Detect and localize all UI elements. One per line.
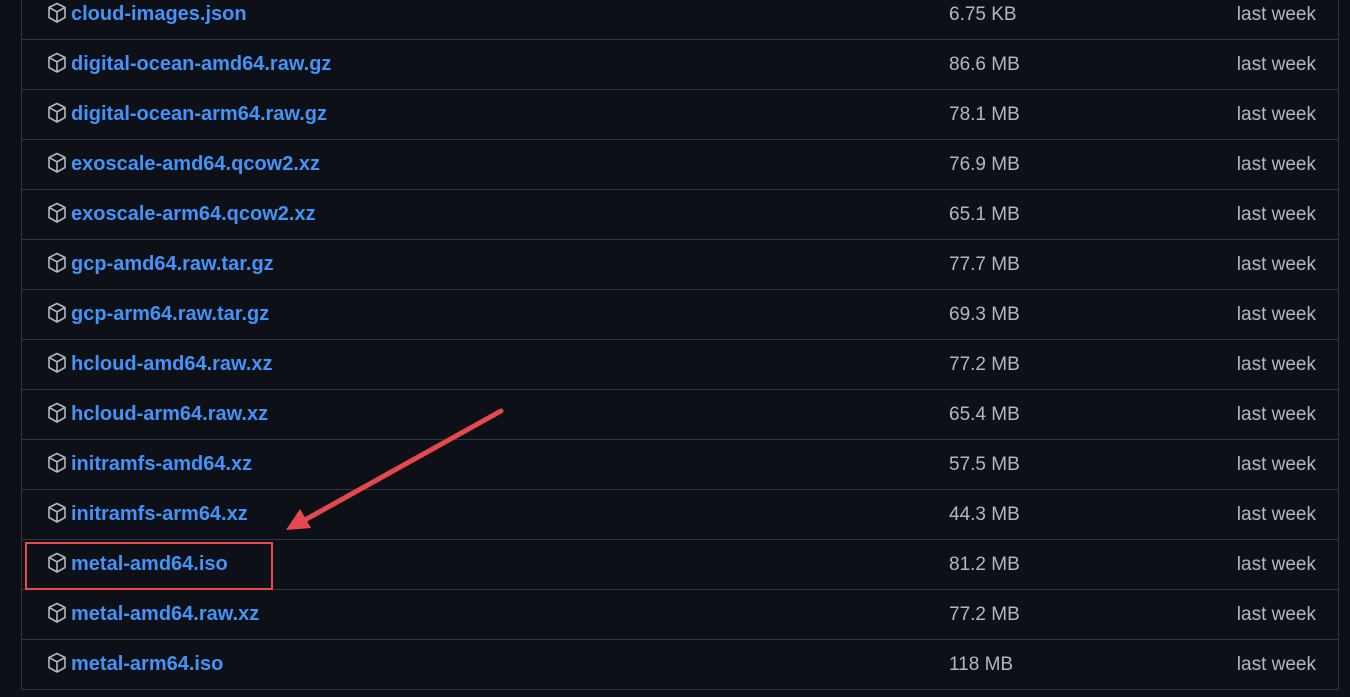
asset-row: gcp-arm64.raw.tar.gz 69.3 MB last week [22, 290, 1338, 340]
package-icon [48, 202, 66, 223]
asset-size: 65.4 MB [949, 404, 1020, 425]
asset-date: last week [1236, 104, 1316, 125]
release-assets-list: cloud-images.json 6.75 KB last week digi… [21, 0, 1339, 690]
asset-link[interactable]: hcloud-arm64.raw.xz [71, 403, 268, 426]
asset-date: last week [1236, 4, 1316, 25]
package-icon [48, 452, 66, 473]
asset-size: 69.3 MB [949, 304, 1020, 325]
package-icon [48, 402, 66, 423]
asset-link[interactable]: initramfs-amd64.xz [71, 453, 252, 476]
asset-size: 44.3 MB [949, 504, 1020, 525]
asset-link[interactable]: gcp-arm64.raw.tar.gz [71, 303, 269, 326]
asset-link[interactable]: digital-ocean-arm64.raw.gz [71, 103, 327, 126]
asset-row: exoscale-amd64.qcow2.xz 76.9 MB last wee… [22, 140, 1338, 190]
asset-date: last week [1236, 254, 1316, 275]
asset-date: last week [1236, 204, 1316, 225]
asset-date: last week [1236, 454, 1316, 475]
asset-row: hcloud-arm64.raw.xz 65.4 MB last week [22, 390, 1338, 440]
package-icon [48, 652, 66, 673]
asset-link[interactable]: metal-amd64.iso [71, 553, 228, 576]
asset-link[interactable]: cloud-images.json [71, 3, 247, 26]
asset-size: 65.1 MB [949, 204, 1020, 225]
asset-row: digital-ocean-amd64.raw.gz 86.6 MB last … [22, 40, 1338, 90]
package-icon [48, 352, 66, 373]
asset-link[interactable]: metal-amd64.raw.xz [71, 603, 259, 626]
asset-row: metal-amd64.raw.xz 77.2 MB last week [22, 590, 1338, 640]
asset-date: last week [1236, 154, 1316, 175]
asset-size: 81.2 MB [949, 554, 1020, 575]
package-icon [48, 102, 66, 123]
asset-link[interactable]: exoscale-arm64.qcow2.xz [71, 203, 316, 226]
asset-date: last week [1236, 604, 1316, 625]
asset-row: cloud-images.json 6.75 KB last week [22, 0, 1338, 40]
asset-date: last week [1236, 554, 1316, 575]
asset-date: last week [1236, 304, 1316, 325]
asset-link[interactable]: initramfs-arm64.xz [71, 503, 248, 526]
asset-link[interactable]: metal-arm64.iso [71, 653, 223, 676]
package-icon [48, 2, 66, 23]
asset-size: 6.75 KB [949, 4, 1017, 25]
package-icon [48, 302, 66, 323]
package-icon [48, 252, 66, 273]
asset-row: hcloud-amd64.raw.xz 77.2 MB last week [22, 340, 1338, 390]
asset-date: last week [1236, 504, 1316, 525]
asset-size: 77.2 MB [949, 354, 1020, 375]
asset-size: 77.2 MB [949, 604, 1020, 625]
asset-date: last week [1236, 54, 1316, 75]
asset-row: metal-arm64.iso 118 MB last week [22, 640, 1338, 690]
asset-size: 118 MB [949, 654, 1014, 675]
asset-link[interactable]: digital-ocean-amd64.raw.gz [71, 53, 331, 76]
asset-date: last week [1236, 404, 1316, 425]
asset-size: 77.7 MB [949, 254, 1020, 275]
asset-link[interactable]: gcp-amd64.raw.tar.gz [71, 253, 274, 276]
asset-link[interactable]: exoscale-amd64.qcow2.xz [71, 153, 320, 176]
package-icon [48, 602, 66, 623]
asset-date: last week [1236, 654, 1316, 675]
asset-row: metal-amd64.iso 81.2 MB last week [22, 540, 1338, 590]
package-icon [48, 152, 66, 173]
asset-row: gcp-amd64.raw.tar.gz 77.7 MB last week [22, 240, 1338, 290]
asset-size: 57.5 MB [949, 454, 1020, 475]
asset-size: 78.1 MB [949, 104, 1020, 125]
asset-date: last week [1236, 354, 1316, 375]
asset-row: exoscale-arm64.qcow2.xz 65.1 MB last wee… [22, 190, 1338, 240]
asset-size: 86.6 MB [949, 54, 1020, 75]
asset-size: 76.9 MB [949, 154, 1020, 175]
asset-link[interactable]: hcloud-amd64.raw.xz [71, 353, 273, 376]
package-icon [48, 502, 66, 523]
package-icon [48, 52, 66, 73]
asset-row: initramfs-arm64.xz 44.3 MB last week [22, 490, 1338, 540]
package-icon [48, 552, 66, 573]
asset-row: digital-ocean-arm64.raw.gz 78.1 MB last … [22, 90, 1338, 140]
asset-row: initramfs-amd64.xz 57.5 MB last week [22, 440, 1338, 490]
